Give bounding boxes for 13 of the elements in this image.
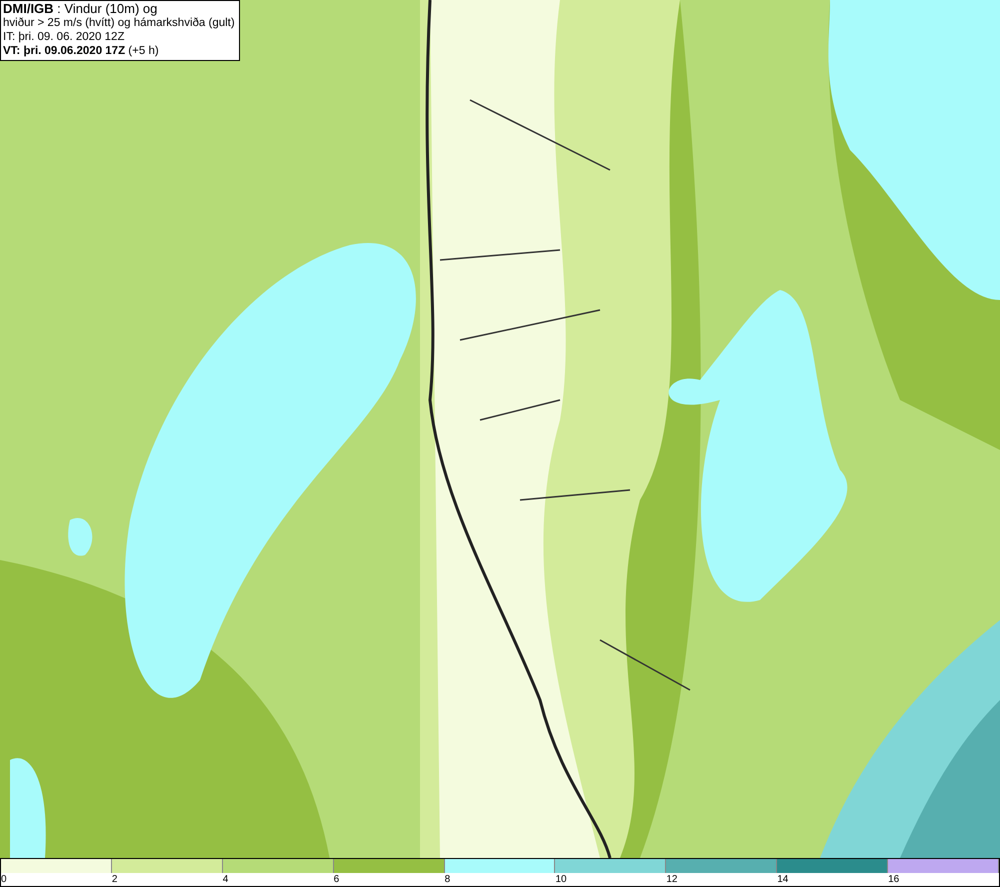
header-line: IT: þri. 09. 06. 2020 12Z <box>3 30 126 44</box>
legend-tick-label: 6 <box>334 874 340 885</box>
legend-tick-label: 8 <box>444 874 450 885</box>
legend-tick-label: 12 <box>666 874 678 885</box>
header-line: DMI/IGB : Vindur (10m) og <box>3 2 158 16</box>
legend-tick-label: 16 <box>888 874 900 885</box>
header-line: VT: þri. 09.06.2020 17Z (+5 h) <box>3 44 160 58</box>
legend-tick-label: 14 <box>777 874 788 885</box>
header-line: hviður > 25 m/s (hvítt) og hámarkshviða (gult) <box>3 16 235 30</box>
legend-tick-label: 0 <box>1 874 7 885</box>
legend-tick-label: 10 <box>555 874 567 885</box>
legend-tick-label: 2 <box>112 874 118 885</box>
legend-tick-label: 4 <box>222 874 228 885</box>
